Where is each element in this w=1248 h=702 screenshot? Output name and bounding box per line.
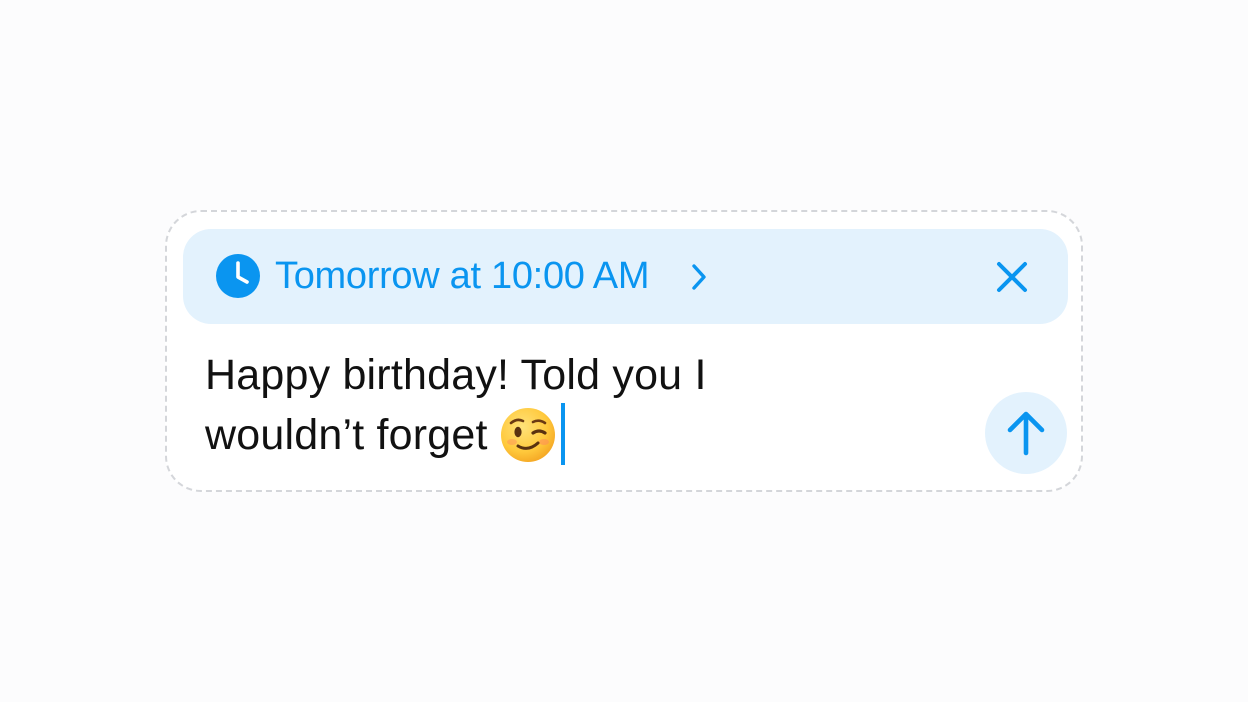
- text-cursor: [560, 403, 565, 465]
- message-line-2: wouldn’t forget: [205, 411, 488, 459]
- message-line-1: Happy birthday! Told you I: [205, 351, 707, 399]
- message-input[interactable]: Happy birthday! Told you I wouldn’t forg…: [205, 348, 805, 465]
- winking-face-emoji-icon: [500, 408, 555, 462]
- clock-icon: [216, 254, 260, 298]
- message-composer: Tomorrow at 10:00 AM Happy birthday! Tol…: [165, 210, 1083, 492]
- send-button[interactable]: [985, 392, 1067, 474]
- chevron-right-icon[interactable]: [691, 263, 707, 291]
- scheduled-send-bar[interactable]: Tomorrow at 10:00 AM: [183, 229, 1068, 324]
- arrow-up-icon: [1007, 411, 1045, 456]
- message-line-2-wrapper: wouldn’t forget: [205, 403, 805, 465]
- close-icon[interactable]: [995, 260, 1029, 294]
- scheduled-time-label[interactable]: Tomorrow at 10:00 AM: [275, 252, 649, 300]
